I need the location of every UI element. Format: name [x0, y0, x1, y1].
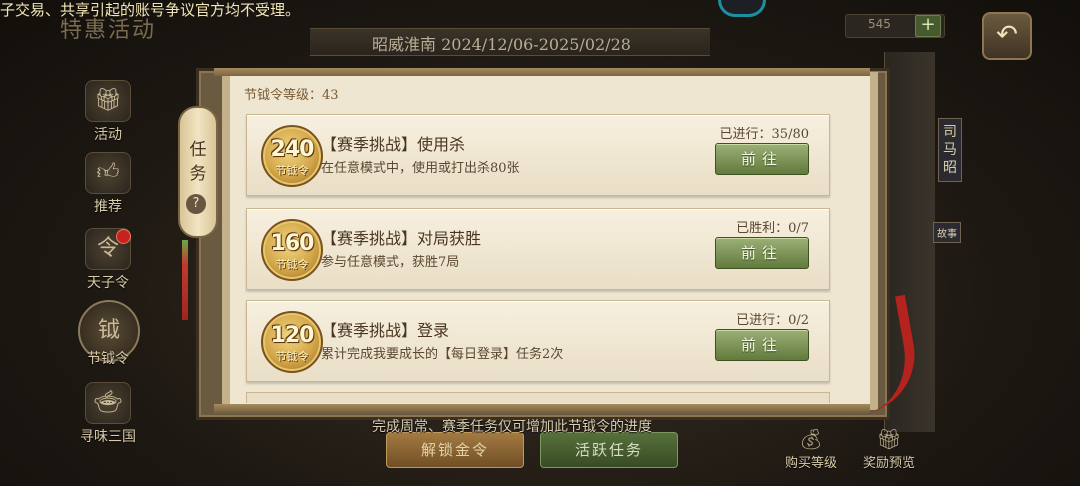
badge-points: 120 [270, 323, 315, 348]
help-button[interactable]: ? [186, 194, 206, 214]
badge-sub: 节钺令 [275, 164, 309, 177]
gift-icon: 🎁︎ [85, 80, 131, 122]
active-tasks-button[interactable]: 活跃任务 [540, 432, 678, 468]
tab-label: 任务 [189, 140, 207, 184]
top-ring-icon [718, 0, 766, 17]
task-card: 120 节钺令 【赛季挑战】登录 累计完成我要成长的【每日登录】任务2次 已进行… [246, 300, 830, 382]
task-progress: 已进行：35/80 [719, 127, 809, 142]
notice-marquee: 子交易、共享引起的账号争议官方均不受理。 [0, 1, 301, 19]
tab-tasks[interactable]: 任务 [178, 106, 218, 238]
go-button[interactable]: 前往 [715, 237, 809, 269]
go-button[interactable]: 前往 [715, 329, 809, 361]
level-text: 节钺令等级：43 [244, 88, 339, 103]
task-card: 160 节钺令 【赛季挑战】对局获胜 参与任意模式，获胜7局 已胜利：0/7 前… [246, 208, 830, 290]
go-button[interactable]: 前往 [715, 143, 809, 175]
sidebar-item-xunwei[interactable]: 🍲︎ 寻味三国 [78, 382, 138, 446]
task-title: 【赛季挑战】使用杀 [321, 135, 466, 154]
sidebar-item-jieyueling[interactable]: 钺 节钺令 [78, 300, 140, 368]
thumbs-up-icon: 👍︎ [85, 152, 131, 194]
back-arrow-icon: ↶ [996, 20, 1018, 50]
reward-preview-label: 奖励预览 [862, 456, 915, 471]
task-card: 240 节钺令 【赛季挑战】使用杀 在任意模式中，使用或打出杀80张 已进行：3… [246, 114, 830, 196]
points-badge-icon: 160 节钺令 [261, 219, 323, 281]
buy-level-label: 购买等级 [784, 456, 837, 471]
points-badge-icon: 120 节钺令 [261, 311, 323, 373]
unlock-gold-button[interactable]: 解锁金令 [386, 432, 524, 468]
sidebar-item-label: 节钺令 [87, 351, 129, 367]
task-progress: 已胜利：0/7 [736, 221, 809, 236]
food-icon: 🍲︎ [85, 382, 131, 424]
scroll-rod-top [214, 68, 870, 76]
character-name[interactable]: 司马昭 [938, 118, 962, 182]
progress-note: 完成周常、赛季任务仅可增加此节钺令的进度 [372, 419, 652, 435]
task-title: 【赛季挑战】对局获胜 [321, 229, 482, 248]
season-text: 昭威淮南 2024/12/06-2025/02/28 [372, 35, 631, 54]
add-currency-button[interactable]: + [915, 15, 941, 37]
task-card-partial [246, 392, 830, 403]
sidebar-item-label: 寻味三国 [80, 429, 136, 445]
money-bag-icon: 💰︎ [798, 427, 824, 451]
sidebar-item-label: 活动 [94, 127, 122, 143]
badge-points: 240 [270, 137, 315, 162]
badge-sub: 节钺令 [275, 258, 309, 271]
task-description: 累计完成我要成长的【每日登录】任务2次 [321, 347, 564, 362]
task-description: 在任意模式中，使用或打出杀80张 [321, 161, 520, 176]
badge-points: 160 [270, 231, 315, 256]
task-progress: 已进行：0/2 [736, 313, 809, 328]
currency-value: 545 [868, 17, 891, 31]
gift-box-icon: 🎁︎ [876, 427, 902, 451]
points-badge-icon: 240 节钺令 [261, 125, 323, 187]
sidebar-item-activity[interactable]: 🎁︎ 活动 [78, 80, 138, 144]
back-button[interactable]: ↶ [982, 12, 1032, 60]
buy-level-button[interactable]: 💰︎ 购买等级 [776, 426, 846, 471]
badge-sub: 节钺令 [275, 350, 309, 363]
scroll-rod-bottom [214, 404, 870, 414]
notification-dot [116, 229, 131, 244]
sidebar-item-recommend[interactable]: 👍︎ 推荐 [78, 152, 138, 216]
sidebar-item-label: 天子令 [87, 275, 129, 291]
sidebar-item-label: 推荐 [94, 199, 122, 215]
task-title: 【赛季挑战】登录 [321, 321, 450, 340]
story-button[interactable]: 故事 [933, 222, 961, 243]
task-description: 参与任意模式，获胜7局 [321, 255, 460, 270]
tassel-icon [182, 240, 188, 320]
reward-preview-button[interactable]: 🎁︎ 奖励预览 [854, 426, 924, 471]
